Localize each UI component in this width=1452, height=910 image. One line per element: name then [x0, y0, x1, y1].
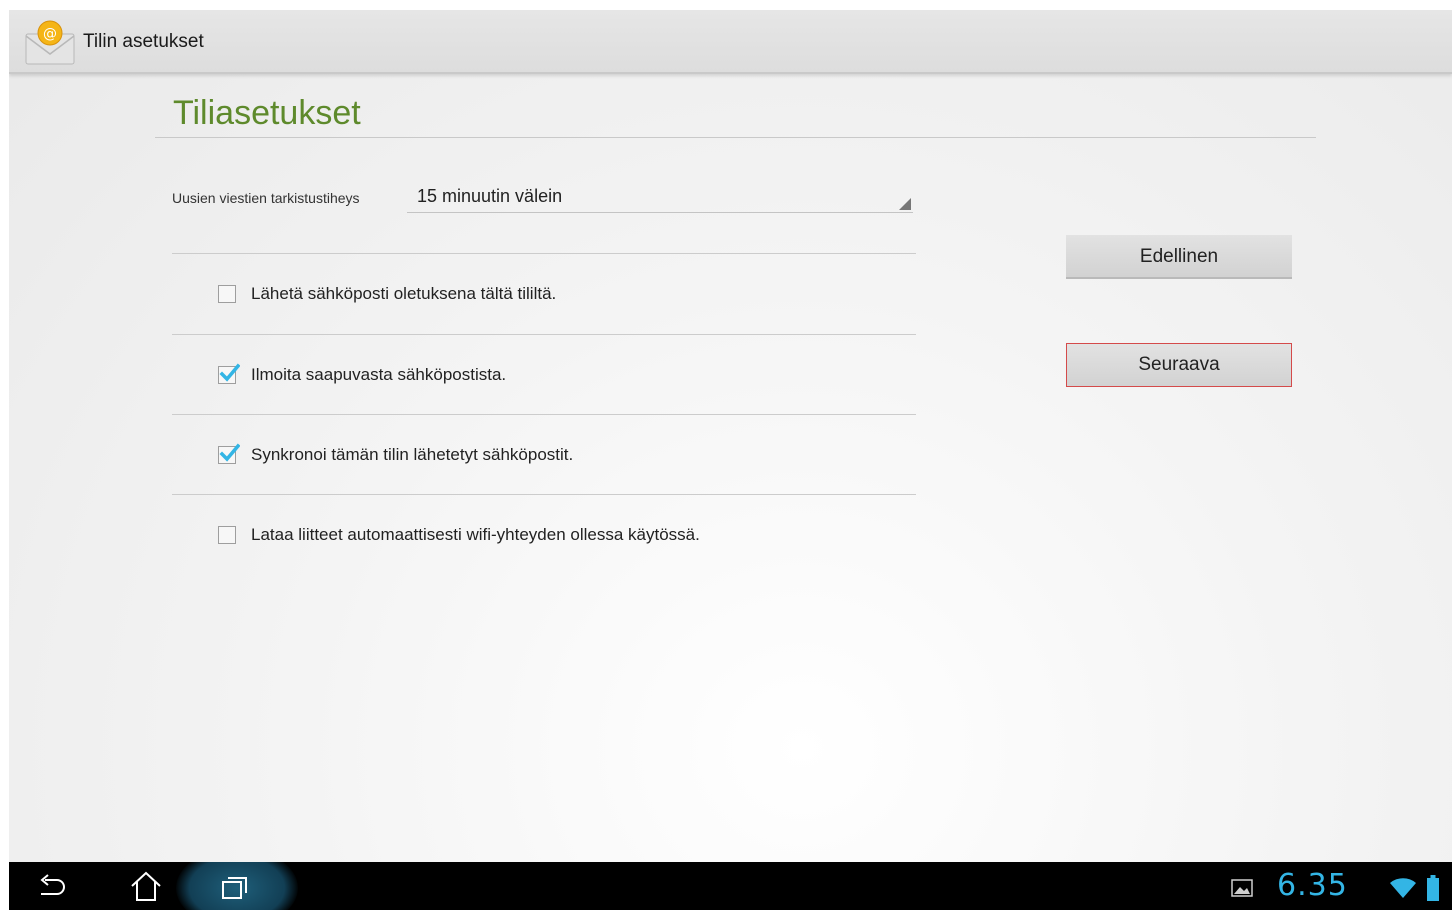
checkbox-unchecked[interactable]	[218, 526, 236, 544]
option-notify-incoming[interactable]: Ilmoita saapuvasta sähköpostista.	[172, 335, 916, 415]
spinner-arrow-icon	[899, 198, 911, 210]
system-navigation-bar: 6.35	[9, 862, 1452, 910]
check-frequency-label: Uusien viestien tarkistustiheys	[172, 190, 360, 206]
screen: @ Tilin asetukset Tiliasetukset Uusien v…	[9, 10, 1452, 910]
previous-button[interactable]: Edellinen	[1066, 235, 1292, 279]
option-label: Lähetä sähköposti oletuksena tältä tilil…	[251, 284, 557, 303]
option-label: Ilmoita saapuvasta sähköpostista.	[251, 365, 507, 384]
option-label: Synkronoi tämän tilin lähetetyt sähköpos…	[251, 445, 574, 464]
checkbox-checked[interactable]	[218, 363, 240, 384]
checkbox-unchecked[interactable]	[218, 285, 236, 303]
checkbox-checked[interactable]	[218, 443, 240, 464]
email-app-icon[interactable]: @	[23, 20, 77, 66]
option-label: Lataa liitteet automaattisesti wifi-yhte…	[251, 525, 700, 544]
svg-text:@: @	[43, 26, 57, 42]
back-icon[interactable]	[35, 872, 69, 902]
recent-apps-icon[interactable]	[219, 872, 253, 902]
option-sync-sent[interactable]: Synkronoi tämän tilin lähetetyt sähköpos…	[172, 415, 916, 495]
check-frequency-value: 15 minuutin välein	[417, 186, 563, 206]
battery-icon	[1427, 875, 1439, 901]
gallery-notification-icon[interactable]	[1231, 878, 1253, 898]
checkmark-icon	[219, 443, 240, 462]
next-button[interactable]: Seuraava	[1066, 343, 1292, 387]
action-bar: @ Tilin asetukset	[9, 10, 1452, 74]
home-icon[interactable]	[129, 869, 163, 901]
page-title: Tiliasetukset	[173, 94, 361, 132]
wifi-icon	[1389, 876, 1417, 900]
check-frequency-spinner[interactable]: 15 minuutin välein	[407, 182, 913, 213]
app-title: Tilin asetukset	[83, 31, 204, 52]
checkmark-icon	[219, 363, 240, 382]
status-clock: 6.35	[1277, 868, 1348, 903]
title-divider	[155, 137, 1316, 138]
option-auto-download-attachments[interactable]: Lataa liitteet automaattisesti wifi-yhte…	[172, 495, 916, 575]
option-default-account[interactable]: Lähetä sähköposti oletuksena tältä tilil…	[172, 254, 916, 334]
